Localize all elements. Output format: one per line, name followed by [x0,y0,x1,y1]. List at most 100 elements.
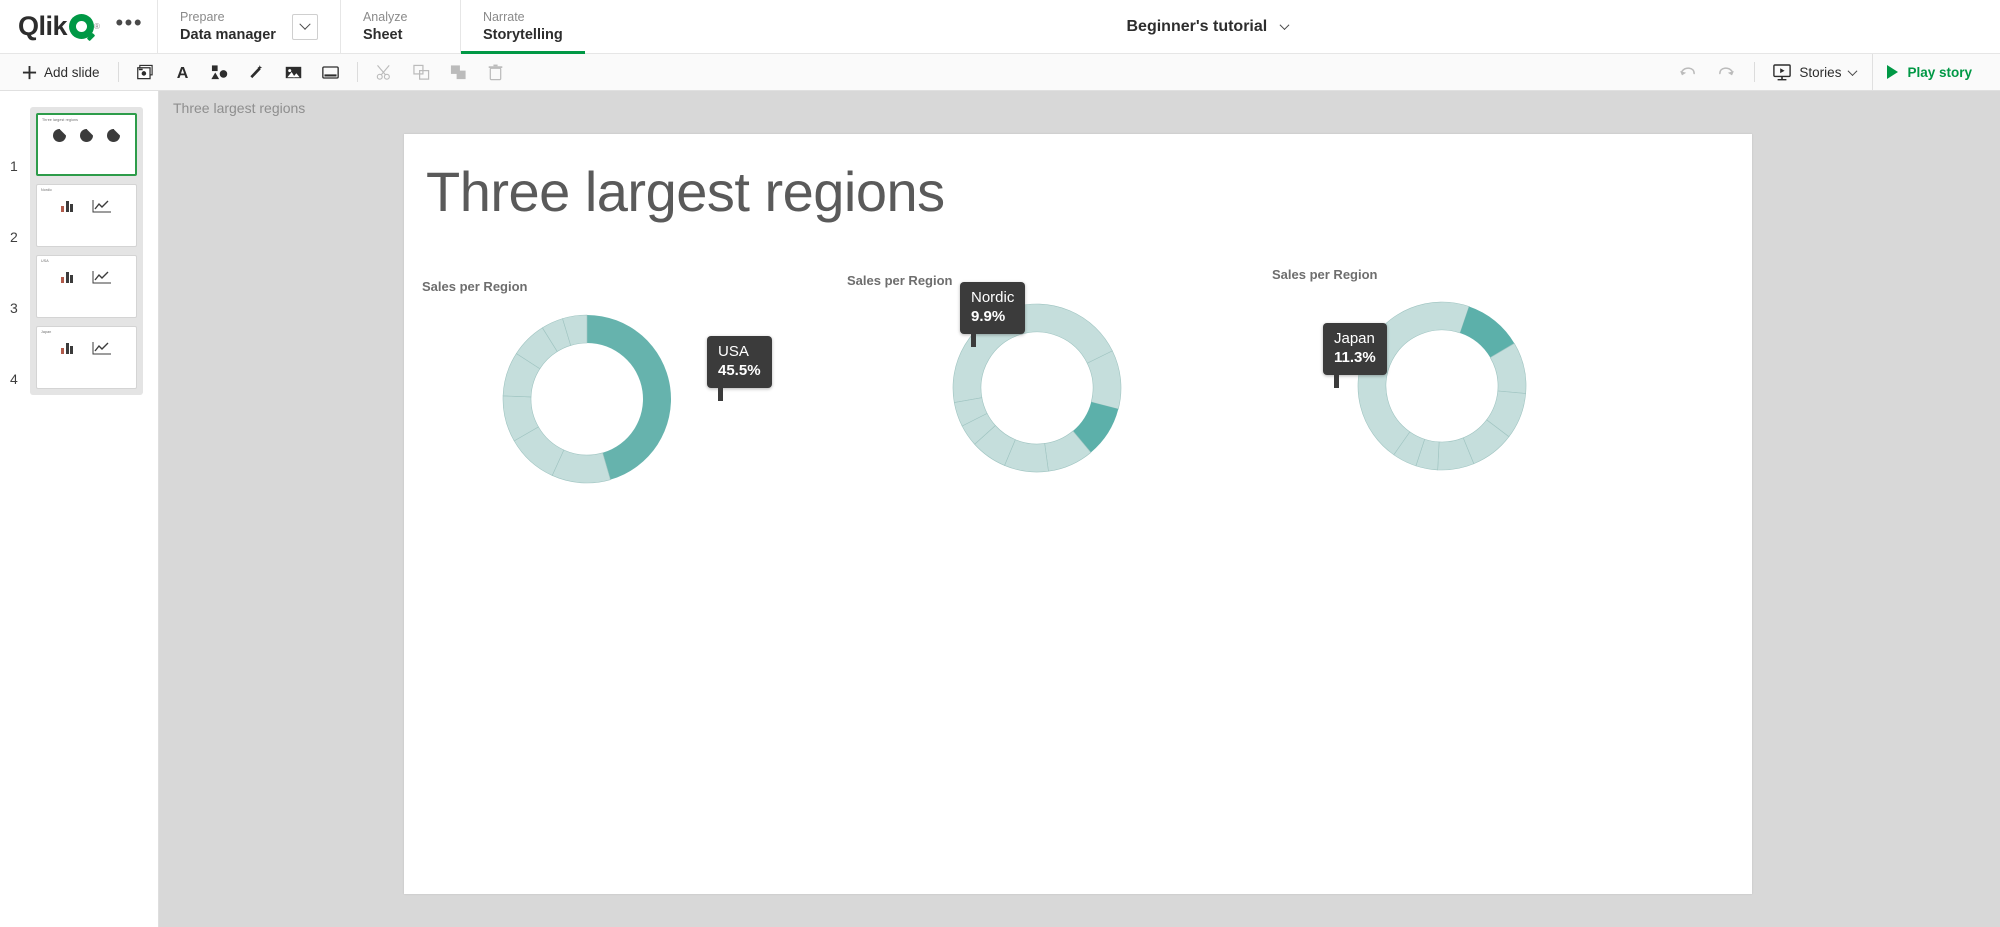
chevron-down-icon [299,18,311,30]
horizontal-scrollbar[interactable] [159,915,2000,927]
workspace: 1 Three largest regions 2 Nordic 3 USA 4… [0,91,2000,927]
svg-text:A: A [176,64,188,81]
copy-icon [412,64,430,81]
undo-button[interactable] [1668,54,1707,90]
breadcrumb: Three largest regions [173,100,306,116]
chevron-down-icon [1848,65,1858,76]
slide-number: 2 [10,229,18,245]
slide-title[interactable]: Three largest regions [426,159,945,224]
add-slide-button[interactable]: Add slide [12,54,110,90]
toolbar-right-group: Stories Play story [1668,54,1988,90]
cut-button[interactable] [366,54,403,90]
canvas-area: Three largest regions Three largest regi… [159,91,2000,927]
slide-thumbnail-preview [37,270,136,284]
nav-tab-prepare-kicker: Prepare [180,9,225,24]
donut-chart-title: Sales per Region [422,279,528,294]
donut-chart-nordic[interactable]: Sales per Region Nordic 9.9% [847,273,1267,508]
app-title: Beginner's tutorial [1126,17,1268,35]
effects-tool-button[interactable] [238,54,275,90]
shapes-icon [210,64,228,81]
chevron-down-icon [1279,20,1290,31]
qlik-wordmark: Qlik [18,11,68,41]
slide-thumbnail-3[interactable]: USA [36,255,137,318]
nav-tab-prepare-title: Data manager [180,26,276,43]
donut-chart-svg[interactable] [422,294,842,514]
story-slide[interactable]: Three largest regions Sales per Region U… [404,134,1752,894]
tooltip-nordic: Nordic 9.9% [960,282,1026,347]
pie-chart-icon [53,129,66,142]
slide-panel: 1 Three largest regions 2 Nordic 3 USA 4… [0,91,159,927]
pie-chart-icon [80,129,93,142]
slide-number: 4 [10,371,18,387]
stories-label: Stories [1799,64,1842,80]
nav-tab-analyze[interactable]: Analyze Sheet [339,0,460,53]
toolbar-left-group: Add slide A [12,54,514,90]
qlik-logo-icon[interactable]: Qlik ® [18,11,100,41]
text-tool-button[interactable]: A [164,54,201,90]
slide-thumbnail-1[interactable]: Three largest regions [36,113,137,176]
prepare-dropdown-button[interactable] [291,13,318,40]
trash-icon [487,64,504,81]
play-story-label: Play story [1907,64,1972,80]
slide-row: 2 Nordic [10,184,137,247]
snapshot-library-button[interactable] [127,54,164,90]
bar-chart-icon [61,342,74,354]
bar-chart-icon [61,200,74,212]
donut-chart-svg[interactable] [847,288,1267,508]
overflow-menu-icon[interactable]: ••• [111,11,147,35]
bar-chart-icon [61,271,74,283]
sheet-tool-button[interactable] [312,54,349,90]
tooltip-label: Nordic [971,289,1015,306]
toolbar-divider [356,62,358,82]
tooltip-value: 9.9% [971,308,1006,325]
delete-button[interactable] [477,54,514,90]
slide-list: 1 Three largest regions 2 Nordic 3 USA 4… [10,107,143,395]
tooltip-value: 11.3% [1334,349,1376,366]
redo-button[interactable] [1707,54,1746,90]
app-title-dropdown[interactable]: Beginner's tutorial [585,0,1830,53]
qlik-q-icon [69,14,95,39]
slide-thumbnail-4[interactable]: Japan [36,326,137,389]
shapes-tool-button[interactable] [201,54,238,90]
stories-dropdown-button[interactable]: Stories [1763,54,1866,90]
nav-tab-prepare[interactable]: Prepare Data manager [157,0,340,53]
redo-icon [1717,63,1736,82]
slide-thumbnail-title: Nordic [41,188,52,192]
scissors-icon [376,64,393,81]
play-story-button[interactable]: Play story [1872,54,1988,90]
donut-chart-usa[interactable]: Sales per Region USA 45.5% [422,279,842,514]
registered-mark: ® [94,21,100,31]
donut-chart-title: Sales per Region [847,273,953,288]
toolbar-divider [1754,62,1756,82]
copy-button[interactable] [403,54,440,90]
snapshot-library-icon [136,64,154,81]
slide-thumbnail-2[interactable]: Nordic [36,184,137,247]
pie-chart-icon [107,129,120,142]
tooltip-value: 45.5% [718,362,761,379]
slide-number: 3 [10,300,18,316]
slide-thumbnail-title: Three largest regions [42,118,79,122]
slide-row: 4 Japan [10,326,137,389]
sheet-icon [321,64,339,81]
donut-chart-japan[interactable]: Sales per Region Japan 11.3% [1272,267,1692,502]
tooltip-label: USA [718,343,749,360]
nav-tab-analyze-title: Sheet [362,26,403,43]
tooltip-label: Japan [1334,330,1375,347]
story-toolbar: Add slide A Stories Play story [0,54,2000,91]
donut-chart-svg[interactable] [1272,282,1692,502]
play-icon [1887,65,1899,79]
plus-icon [22,65,37,80]
slide-thumbnail-title: USA [41,259,49,263]
slide-row: 3 USA [10,255,137,318]
image-icon [285,64,302,81]
duplicate-button[interactable] [440,54,477,90]
line-chart-icon [92,199,112,213]
line-chart-icon [92,341,112,355]
presentation-icon [1773,63,1792,81]
media-library-button[interactable] [275,54,312,90]
slide-thumbnail-preview [37,341,136,355]
undo-icon [1678,63,1697,82]
slide-thumbnail-title: Japan [41,330,52,334]
nav-tab-narrate[interactable]: Narrate Storytelling [459,0,585,54]
donut-chart-title: Sales per Region [1272,267,1378,282]
